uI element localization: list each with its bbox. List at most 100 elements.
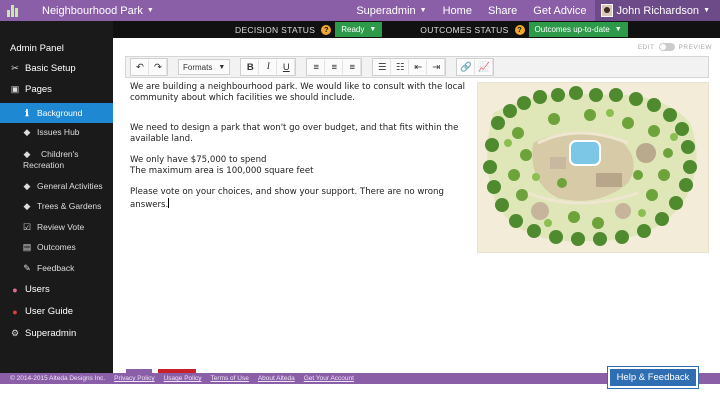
caret-down-icon: ▼ <box>369 26 377 33</box>
outcomes-status-value: Outcomes up-to-date <box>534 25 610 34</box>
avatar <box>600 4 613 17</box>
superadmin-menu[interactable]: Superadmin ▼ <box>348 5 434 17</box>
sidebar-item-label: Basic Setup <box>25 63 76 74</box>
outcomes-status-label: OUTCOMES STATUS <box>420 24 509 35</box>
sidebar-item-label: Children's Recreation <box>23 149 79 171</box>
app-window: Neighbourhood Park ▼ Superadmin ▼ Home S… <box>0 0 720 405</box>
sidebar-item-label: Issues Hub <box>37 127 80 137</box>
share-link[interactable]: Share <box>480 5 525 17</box>
home-link[interactable]: Home <box>435 5 480 17</box>
underline-icon[interactable]: U <box>277 59 296 75</box>
superadmin-label: Superadmin <box>356 4 416 17</box>
indent-icon[interactable]: ⇥ <box>427 59 446 75</box>
paragraph: We need to design a park that won't go o… <box>130 123 459 144</box>
formats-label: Formats <box>183 62 213 72</box>
site-switcher-dropdown[interactable]: Neighbourhood Park ▼ <box>42 5 154 17</box>
sidebar-item-basic-setup[interactable]: ✂ Basic Setup <box>0 63 113 74</box>
caret-down-icon: ▼ <box>614 26 622 33</box>
outdent-icon[interactable]: ⇤ <box>409 59 428 75</box>
sidebar-item-label: Background <box>37 108 83 118</box>
insert-group: 🔗 📈 <box>456 58 495 76</box>
help-question-icon[interactable]: ? <box>514 24 525 35</box>
sidebar-item-issues-hub[interactable]: ◆ Issues Hub <box>0 126 113 138</box>
sidebar-item-user-guide[interactable]: ● User Guide <box>0 306 113 317</box>
app-logo[interactable] <box>0 0 26 21</box>
help-feedback-button[interactable]: Help & Feedback <box>608 367 698 388</box>
logo-bars-icon <box>7 4 19 17</box>
sidebar-item-superadmin[interactable]: ⚙ Superadmin <box>0 328 113 339</box>
sidebar-item-label: Feedback <box>37 263 75 273</box>
sidebar-item-childrens-recreation[interactable]: ◆ Children's Recreation <box>0 149 113 171</box>
chart-icon: ▤ <box>22 241 32 252</box>
italic-icon[interactable]: I <box>259 59 278 75</box>
bullet-list-icon[interactable]: ☰ <box>373 59 392 75</box>
edit-preview-switch[interactable] <box>658 43 675 51</box>
tag-icon: ◆ <box>23 200 31 211</box>
history-group: ↶ ↷ <box>130 58 168 76</box>
align-center-icon[interactable]: ≡ <box>325 59 344 75</box>
tag-icon: ◆ <box>23 148 31 159</box>
paragraph: The maximum area is 100,000 square feet <box>130 165 314 176</box>
sidebar-item-review-vote[interactable]: ☑ Review Vote <box>0 221 113 233</box>
paragraph: We are building a neighbourhood park. We… <box>130 82 466 103</box>
terms-of-use-link[interactable]: Terms of Use <box>211 375 249 382</box>
undo-icon[interactable]: ↶ <box>131 59 149 75</box>
preview-mode-label: PREVIEW <box>678 43 712 51</box>
sidebar-item-feedback[interactable]: ✎ Feedback <box>0 262 113 274</box>
formats-dropdown[interactable]: Formats ▼ <box>178 59 231 75</box>
sidebar-item-users[interactable]: ● Users <box>0 284 113 295</box>
sidebar-item-outcomes[interactable]: ▤ Outcomes <box>0 241 113 253</box>
sidebar-item-label-line1: Children's <box>41 149 79 159</box>
editor-toolbar: ↶ ↷ Formats ▼ B I U ≡ ≡ ≡ ☰ ☷ ⇤ ⇥ 🔗 📈 <box>125 56 709 78</box>
info-icon: ℹ <box>25 107 29 118</box>
privacy-policy-link[interactable]: Privacy Policy <box>114 375 154 382</box>
park-plan-image[interactable] <box>477 82 709 253</box>
edit-icon: ✎ <box>23 262 31 273</box>
tag-icon: ◆ <box>23 126 31 137</box>
sidebar-item-trees-gardens[interactable]: ◆ Trees & Gardens <box>0 200 113 212</box>
sidebar-item-label: Outcomes <box>37 242 76 252</box>
checkbox-icon: ☑ <box>22 221 32 232</box>
sidebar-title: Admin Panel <box>10 43 64 54</box>
decision-status-dropdown[interactable]: Ready ▼ <box>335 22 383 37</box>
caret-down-icon: ▼ <box>146 7 154 14</box>
caret-down-icon: ▼ <box>703 7 710 14</box>
help-question-icon[interactable]: ? <box>321 24 332 35</box>
copyright-text: © 2014-2015 Alteda Designs Inc. <box>10 375 106 382</box>
sidebar-item-general-activities[interactable]: ◆ General Activities <box>0 180 113 192</box>
edit-preview-toggle: EDIT PREVIEW <box>638 43 712 51</box>
wrench-icon: ✂ <box>11 63 19 73</box>
get-account-link[interactable]: Get Your Account <box>304 375 354 382</box>
top-right-nav: Superadmin ▼ Home Share Get Advice John … <box>348 0 720 21</box>
editor-content[interactable]: We are building a neighbourhood park. We… <box>130 82 475 210</box>
link-icon[interactable]: 🔗 <box>457 59 476 75</box>
numbered-list-icon[interactable]: ☷ <box>391 59 410 75</box>
sidebar-item-label: Review Vote <box>37 222 85 232</box>
align-left-icon[interactable]: ≡ <box>307 59 326 75</box>
pages-icon: ▣ <box>10 84 20 94</box>
user-menu[interactable]: John Richardson ▼ <box>594 0 720 21</box>
sidebar-item-label: Pages <box>25 84 52 95</box>
text-cursor <box>168 197 170 208</box>
chart-icon[interactable]: 📈 <box>475 59 494 75</box>
align-right-icon[interactable]: ≡ <box>343 59 362 75</box>
redo-icon[interactable]: ↷ <box>149 59 167 75</box>
outcomes-status-dropdown[interactable]: Outcomes up-to-date ▼ <box>528 22 628 37</box>
edit-mode-label: EDIT <box>637 43 655 51</box>
sidebar-item-background[interactable]: ℹ Background <box>0 103 113 123</box>
usage-policy-link[interactable]: Usage Policy <box>164 375 202 382</box>
top-navbar: Neighbourhood Park ▼ Superadmin ▼ Home S… <box>0 0 720 21</box>
list-group: ☰ ☷ ⇤ ⇥ <box>372 58 447 76</box>
admin-sidebar: Admin Panel ✂ Basic Setup ▣ Pages ℹ Back… <box>0 21 113 373</box>
decision-status-value: Ready <box>341 25 365 34</box>
sidebar-item-pages[interactable]: ▣ Pages <box>0 84 113 95</box>
about-link[interactable]: About Alteda <box>258 375 295 382</box>
get-advice-link[interactable]: Get Advice <box>525 5 594 17</box>
sidebar-item-label: User Guide <box>25 306 74 317</box>
tag-icon: ◆ <box>23 180 31 191</box>
user-name: John Richardson <box>616 4 700 17</box>
sidebar-item-label: Trees & Gardens <box>37 201 102 211</box>
bold-icon[interactable]: B <box>241 59 260 75</box>
paragraph: Please vote on your choices, and show yo… <box>130 187 475 210</box>
sidebar-item-label-line2: Recreation <box>23 160 65 170</box>
